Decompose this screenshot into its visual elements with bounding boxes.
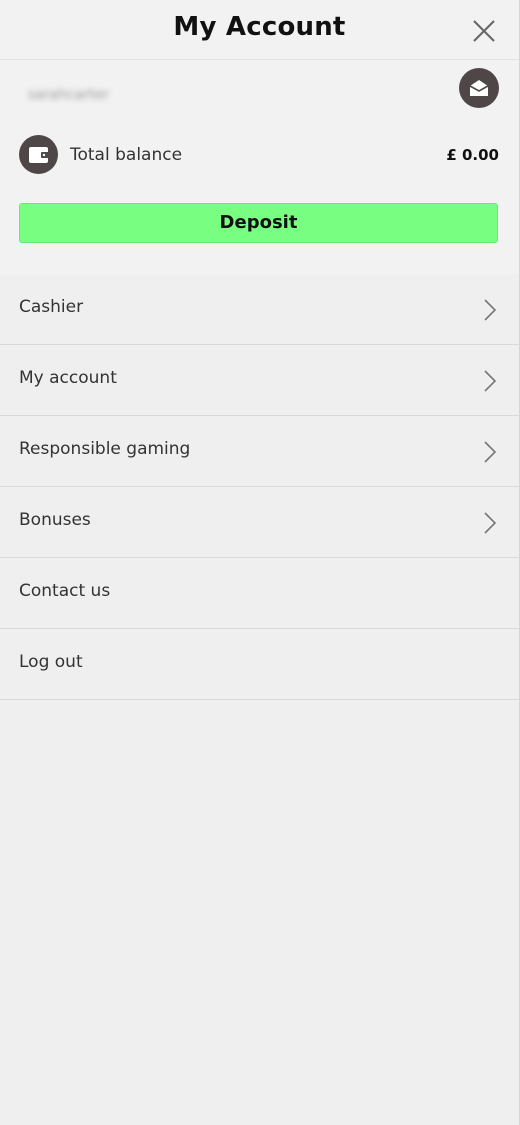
account-panel: My Account sarahcarter Total balance £ 0… [0,0,520,1125]
menu-item-contact-us[interactable]: Contact us [0,558,519,629]
menu-item-label: Cashier [19,297,84,317]
close-icon[interactable] [471,18,497,44]
menu-item-log-out[interactable]: Log out [0,629,519,700]
balance-value: £ 0.00 [446,146,499,164]
chevron-right-icon [484,441,497,463]
balance-label: Total balance [70,145,183,165]
panel-header: My Account [0,0,519,60]
chevron-right-icon [484,299,497,321]
menu-item-label: My account [19,368,117,388]
mail-icon[interactable] [459,68,499,108]
balance-row: Total balance £ 0.00 [19,135,499,175]
menu-item-label: Contact us [19,581,111,601]
menu-item-label: Responsible gaming [19,439,191,459]
menu-item-bonuses[interactable]: Bonuses [0,487,519,558]
account-menu: Cashier My account Responsible gaming Bo… [0,274,519,700]
page-title: My Account [173,12,346,42]
deposit-button[interactable]: Deposit [19,203,498,243]
account-summary: sarahcarter Total balance £ 0.00 Deposit [0,60,519,274]
chevron-right-icon [484,512,497,534]
menu-item-label: Bonuses [19,510,91,530]
menu-item-responsible-gaming[interactable]: Responsible gaming [0,416,519,487]
menu-item-cashier[interactable]: Cashier [0,274,519,345]
menu-item-label: Log out [19,652,83,672]
username: sarahcarter [28,87,109,103]
wallet-icon [19,135,58,174]
chevron-right-icon [484,370,497,392]
menu-item-my-account[interactable]: My account [0,345,519,416]
